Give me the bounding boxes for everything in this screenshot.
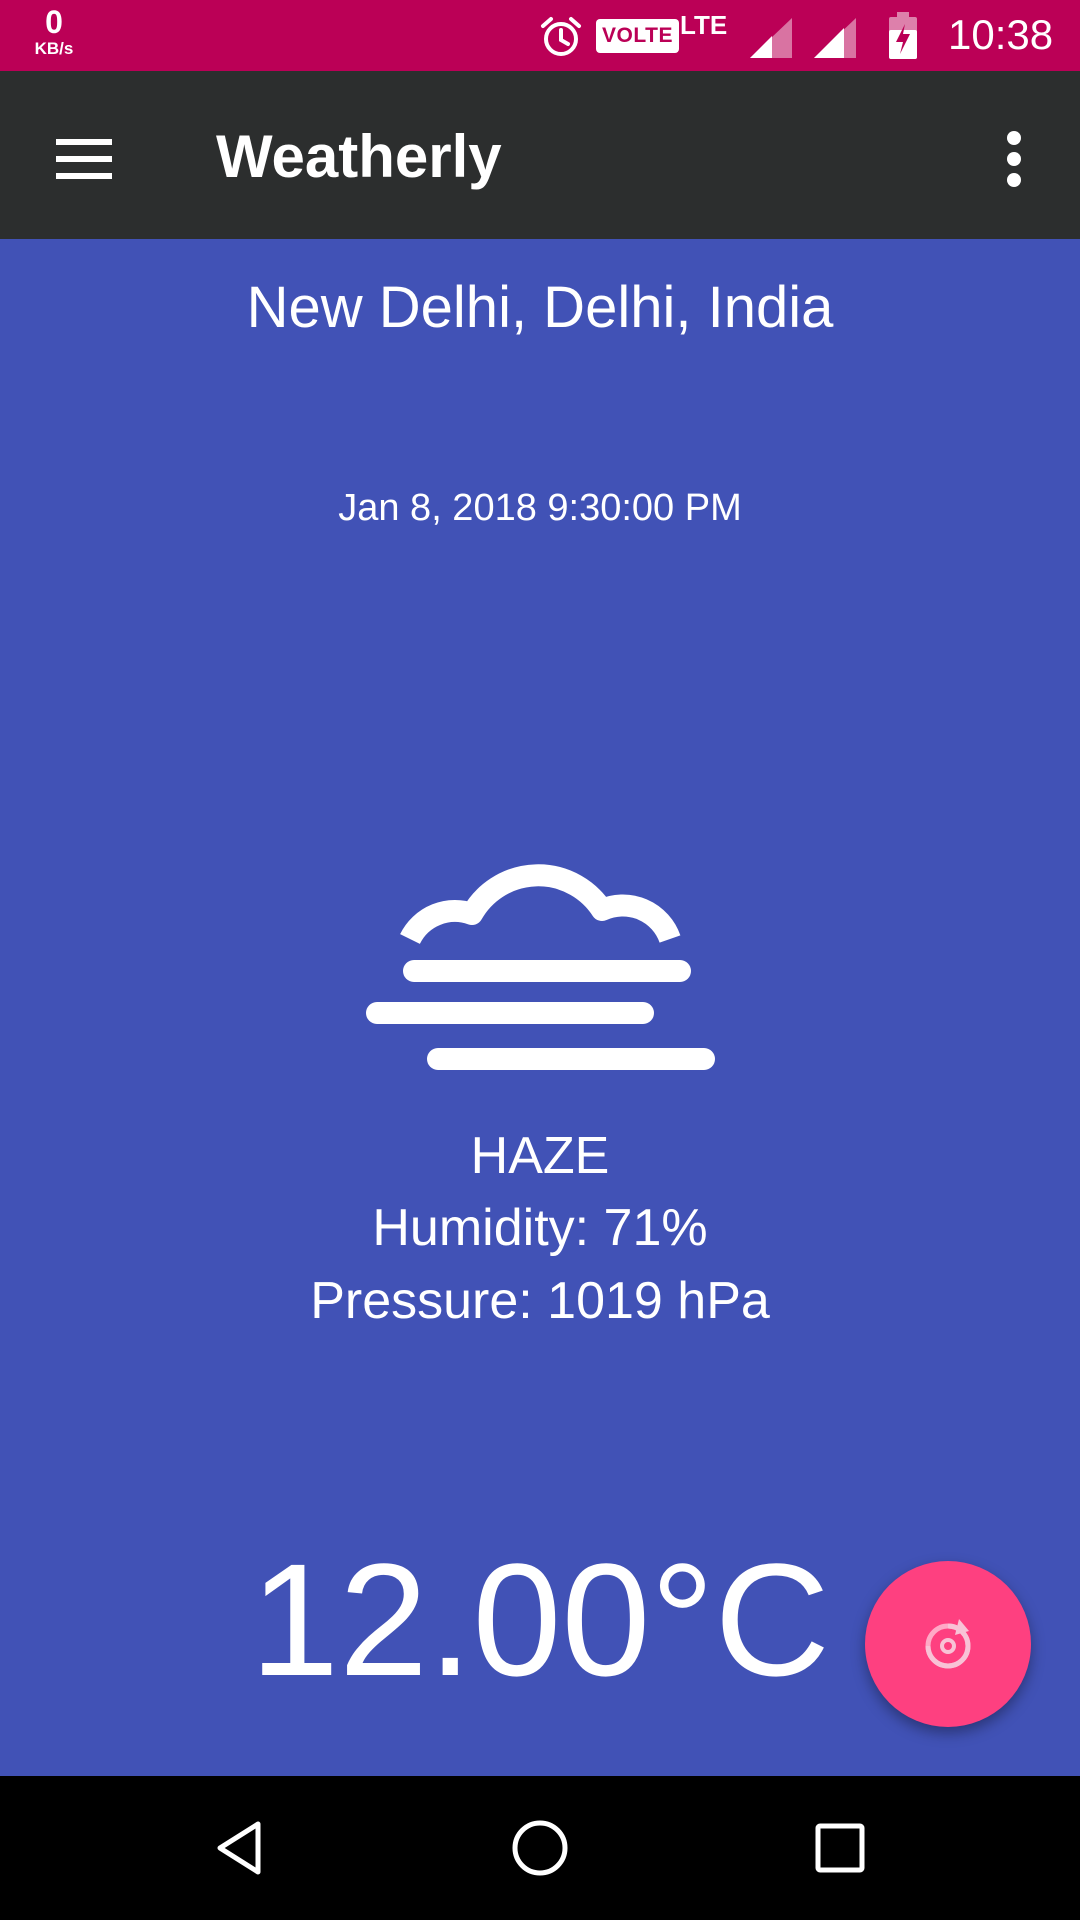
- network-type-label: LTE: [680, 10, 728, 40]
- network-speed-unit: KB/s: [34, 39, 74, 58]
- refresh-icon: [925, 1619, 971, 1669]
- status-clock: 10:38: [948, 11, 1054, 58]
- signal-icon: [748, 16, 794, 65]
- weather-condition: HAZE: [470, 1127, 610, 1185]
- back-icon[interactable]: [192, 1800, 288, 1896]
- hamburger-menu-icon[interactable]: [40, 115, 128, 203]
- more-vert-icon[interactable]: [992, 119, 1036, 199]
- home-icon[interactable]: [492, 1800, 588, 1896]
- alarm-icon: [538, 14, 584, 65]
- battery-charging-icon: [888, 12, 918, 65]
- volte-icon: VOLTE: [596, 19, 679, 53]
- status-bar: 0 KB/s VOLTE LTE 10:38: [0, 0, 1080, 71]
- navigation-bar: [0, 1776, 1080, 1920]
- recents-icon[interactable]: [792, 1800, 888, 1896]
- refresh-button[interactable]: [865, 1561, 1031, 1727]
- app-bar: Weatherly: [0, 71, 1080, 239]
- humidity-label: Humidity: 71%: [372, 1199, 708, 1257]
- network-speed-indicator: 0 KB/s: [26, 6, 82, 57]
- datetime-label: Jan 8, 2018 9:30:00 PM: [338, 487, 742, 529]
- location-label: New Delhi, Delhi, India: [246, 275, 834, 340]
- haze-icon: [362, 822, 718, 1077]
- network-speed-value: 0: [45, 4, 63, 40]
- app-title: Weatherly: [216, 123, 502, 190]
- pressure-label: Pressure: 1019 hPa: [310, 1272, 770, 1330]
- signal-icon: [812, 16, 858, 65]
- weatherly-screen: 0 KB/s VOLTE LTE 10:38 Weatherly New Del…: [0, 0, 1080, 1920]
